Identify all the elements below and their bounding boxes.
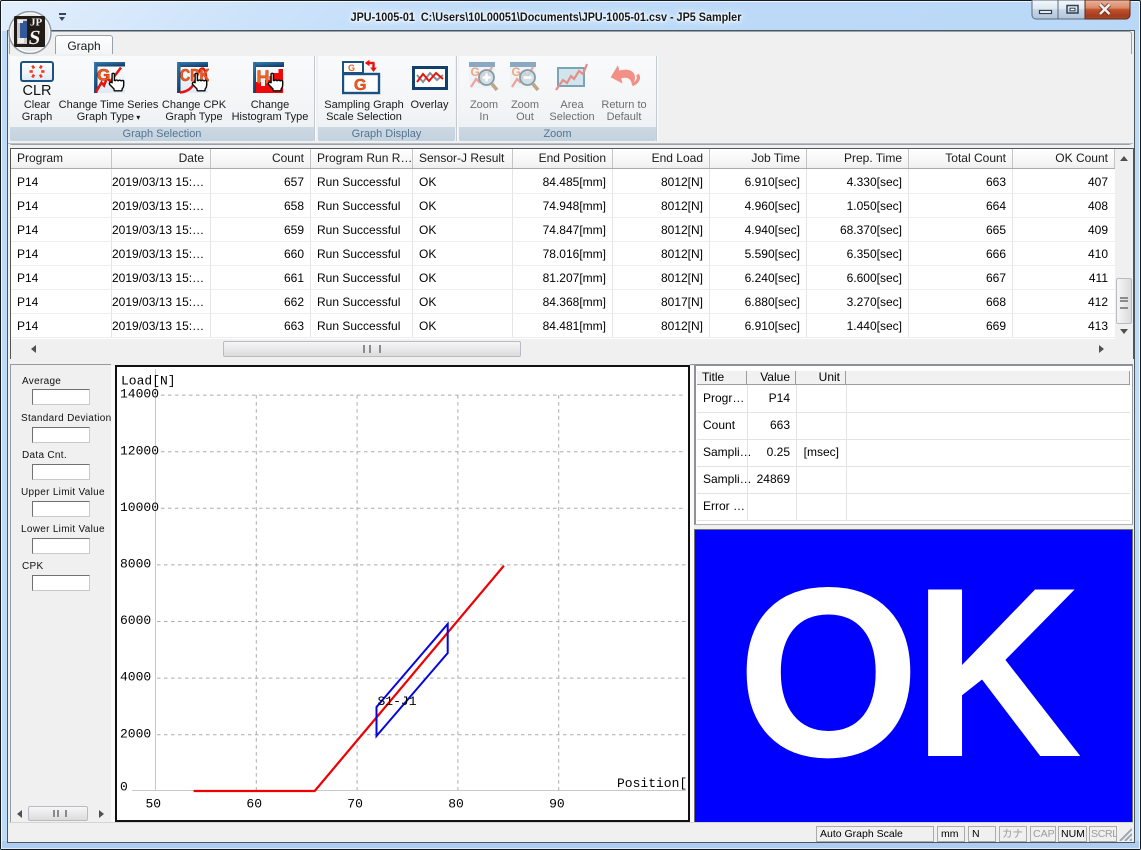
svg-text:0: 0 (120, 780, 128, 795)
svg-text:8000: 8000 (120, 557, 151, 572)
svg-text:10000: 10000 (120, 500, 159, 515)
svg-text:G: G (97, 66, 110, 85)
svg-text:S1-J1: S1-J1 (378, 694, 417, 709)
svg-text:6000: 6000 (120, 613, 151, 628)
svg-text:14000: 14000 (120, 387, 159, 402)
svg-text:G: G (348, 63, 355, 73)
svg-text:50: 50 (146, 797, 162, 812)
svg-text:70: 70 (347, 797, 363, 812)
svg-text:12000: 12000 (120, 443, 159, 458)
svg-text:G: G (354, 77, 366, 94)
svg-text:4000: 4000 (120, 670, 151, 685)
svg-text:80: 80 (448, 797, 464, 812)
svg-text:CLR: CLR (22, 83, 51, 97)
svg-text:2000: 2000 (120, 726, 151, 741)
svg-text:Position[: Position[ (617, 776, 687, 791)
svg-text:H: H (257, 68, 270, 88)
svg-text:60: 60 (246, 797, 262, 812)
svg-text:90: 90 (549, 797, 565, 812)
